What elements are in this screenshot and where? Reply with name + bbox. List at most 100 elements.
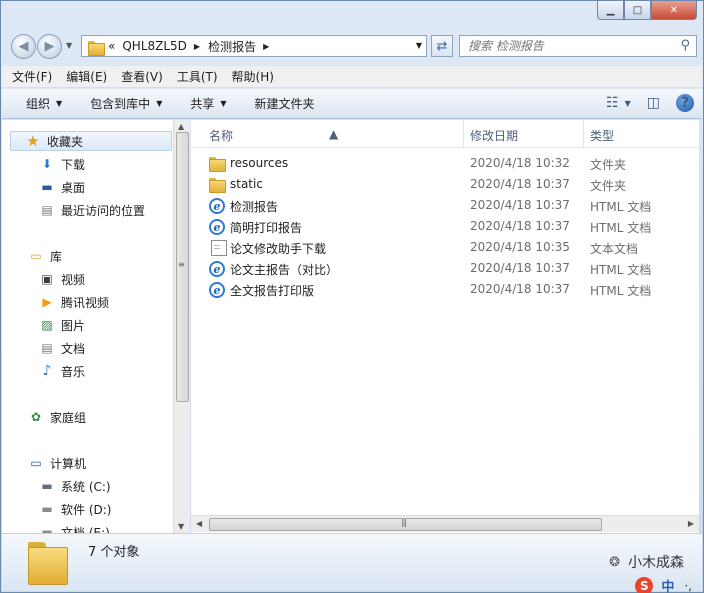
- file-row[interactable]: resources 2020/4/18 10:32 文件夹: [209, 154, 679, 174]
- nav-documents[interactable]: ▤ 文档: [39, 338, 85, 358]
- nav-pictures-label: 图片: [61, 318, 86, 333]
- column-divider[interactable]: [583, 120, 584, 148]
- scroll-down-icon[interactable]: ▼: [178, 522, 184, 531]
- include-in-library-button[interactable]: 包含到库中 ▼: [90, 95, 162, 112]
- breadcrumb-item[interactable]: 检测报告: [208, 38, 256, 55]
- column-date[interactable]: 修改日期: [470, 127, 518, 144]
- column-divider[interactable]: [463, 120, 464, 148]
- back-button[interactable]: ◀: [11, 34, 36, 59]
- file-name: 简明打印报告: [230, 221, 303, 235]
- nav-downloads-label: 下载: [61, 157, 86, 172]
- close-button[interactable]: ✕: [651, 1, 697, 20]
- view-controls: ☷ ▼ ◫ ?: [590, 94, 694, 112]
- nav-pictures[interactable]: ▨ 图片: [39, 315, 85, 335]
- new-folder-button[interactable]: 新建文件夹: [255, 95, 315, 112]
- scroll-right-icon[interactable]: ▶: [688, 519, 694, 528]
- breadcrumb-item[interactable]: QHL8ZL5D: [122, 39, 187, 53]
- share-button[interactable]: 共享 ▼: [190, 95, 226, 112]
- menu-help[interactable]: 帮助(H): [232, 68, 274, 85]
- preview-pane-icon[interactable]: ◫: [647, 95, 660, 111]
- watermark-text: 小木成森: [628, 555, 684, 571]
- video-icon: ▣: [41, 272, 53, 286]
- nav-favorites[interactable]: ★ 收藏夹: [10, 131, 172, 151]
- breadcrumb-chevron-icon[interactable]: ▶: [263, 42, 269, 51]
- ime-language[interactable]: 中: [661, 576, 674, 593]
- nav-favorites-label: 收藏夹: [47, 134, 84, 149]
- file-row[interactable]: e 检测报告 2020/4/18 10:37 HTML 文档: [209, 196, 679, 216]
- nav-videos[interactable]: ▣ 视频: [39, 269, 85, 289]
- file-row[interactable]: e 论文主报告（对比） 2020/4/18 10:37 HTML 文档: [209, 259, 679, 279]
- menu-file[interactable]: 文件(F): [12, 68, 52, 85]
- nav-desktop[interactable]: ▬ 桌面: [39, 177, 85, 197]
- nav-drive-c[interactable]: ▬ 系统 (C:): [39, 476, 110, 496]
- file-list-hscrollbar[interactable]: ◀ ||| ▶: [191, 515, 699, 532]
- search-icon[interactable]: ⚲: [680, 38, 690, 53]
- nav-drive-d[interactable]: ▬ 软件 (D:): [39, 499, 111, 519]
- nav-music[interactable]: ♪ 音乐: [39, 361, 85, 381]
- sogou-logo-icon[interactable]: S: [635, 576, 654, 593]
- help-icon[interactable]: ?: [676, 94, 694, 112]
- file-name: 论文修改助手下载: [230, 242, 327, 256]
- details-pane: 7 个对象 ❂ 小木成森 S 中 ·,: [2, 533, 702, 593]
- column-type[interactable]: 类型: [590, 127, 614, 144]
- library-icon: ▭: [30, 249, 42, 263]
- address-bar[interactable]: « QHL8ZL5D ▶ 检测报告 ▶ ▼: [81, 35, 427, 57]
- scroll-up-icon[interactable]: ▲: [178, 122, 184, 131]
- chevron-down-icon[interactable]: ▼: [625, 99, 631, 108]
- refresh-icon: ⇄: [436, 38, 448, 54]
- recent-places-icon: ▤: [41, 203, 53, 217]
- nav-scrollbar[interactable]: ▲ ≡ ▼: [173, 120, 190, 533]
- sort-ascending-icon: ▲: [329, 127, 339, 141]
- file-type: 文本文档: [590, 242, 639, 256]
- address-dropdown-icon[interactable]: ▼: [416, 41, 422, 50]
- breadcrumb-overflow[interactable]: «: [108, 39, 115, 53]
- file-type: 文件夹: [590, 158, 627, 172]
- nav-recent-places[interactable]: ▤ 最近访问的位置: [39, 200, 145, 220]
- file-name: static: [230, 177, 263, 191]
- file-row[interactable]: 论文修改助手下载 2020/4/18 10:35 文本文档: [209, 238, 679, 258]
- scroll-left-icon[interactable]: ◀: [196, 519, 202, 528]
- file-date: 2020/4/18 10:32: [470, 156, 570, 170]
- nav-tencent-video[interactable]: ▶ 腾讯视频: [39, 292, 109, 312]
- column-name[interactable]: 名称: [209, 127, 233, 144]
- nav-recent-places-label: 最近访问的位置: [61, 203, 146, 218]
- recent-pages-dropdown[interactable]: ▼: [66, 41, 72, 50]
- minimize-button[interactable]: ▁: [597, 1, 624, 20]
- ie-html-icon: e: [209, 198, 225, 214]
- file-name: resources: [230, 156, 289, 170]
- view-options-icon[interactable]: ☷: [606, 95, 619, 111]
- wechat-icon: ❂: [609, 554, 620, 570]
- nav-drive-e[interactable]: ▬ 文档 (E:): [39, 522, 109, 533]
- nav-downloads[interactable]: ⬇ 下载: [39, 154, 85, 174]
- file-date: 2020/4/18 10:35: [470, 240, 570, 254]
- organize-label: 组织: [26, 97, 51, 111]
- nav-libraries[interactable]: ▭ 库: [28, 246, 62, 266]
- file-row[interactable]: static 2020/4/18 10:37 文件夹: [209, 175, 679, 195]
- nav-computer[interactable]: ▭ 计算机: [28, 453, 86, 473]
- search-input[interactable]: [468, 39, 668, 53]
- file-row[interactable]: e 简明打印报告 2020/4/18 10:37 HTML 文档: [209, 217, 679, 237]
- menu-tools[interactable]: 工具(T): [177, 68, 218, 85]
- search-box[interactable]: ⚲: [459, 35, 697, 57]
- star-icon: ★: [26, 132, 40, 150]
- file-name: 全文报告打印版: [230, 284, 315, 298]
- refresh-button[interactable]: ⇄: [431, 35, 453, 57]
- ime-punctuation[interactable]: ·,: [684, 579, 692, 593]
- ie-html-icon: e: [209, 219, 225, 235]
- forward-button[interactable]: ▶: [37, 34, 62, 59]
- menu-bar: 文件(F) 编辑(E) 查看(V) 工具(T) 帮助(H): [2, 66, 702, 88]
- command-bar: 组织 ▼ 包含到库中 ▼ 共享 ▼ 新建文件夹 ☷ ▼ ◫ ?: [2, 89, 702, 119]
- menu-view[interactable]: 查看(V): [121, 68, 163, 85]
- nav-homegroup[interactable]: ✿ 家庭组: [28, 407, 86, 427]
- drive-icon: ▬: [41, 502, 53, 516]
- file-row[interactable]: e 全文报告打印版 2020/4/18 10:37 HTML 文档: [209, 280, 679, 300]
- folder-icon: [28, 542, 68, 586]
- maximize-button[interactable]: □: [624, 1, 651, 20]
- download-folder-icon: ⬇: [41, 157, 53, 171]
- breadcrumb-chevron-icon[interactable]: ▶: [194, 42, 200, 51]
- item-count: 7 个对象: [88, 545, 140, 560]
- menu-edit[interactable]: 编辑(E): [66, 68, 107, 85]
- grip-icon: |||: [401, 518, 407, 527]
- organize-button[interactable]: 组织 ▼: [26, 95, 62, 112]
- ime-toolbar[interactable]: S 中 ·,: [635, 576, 692, 593]
